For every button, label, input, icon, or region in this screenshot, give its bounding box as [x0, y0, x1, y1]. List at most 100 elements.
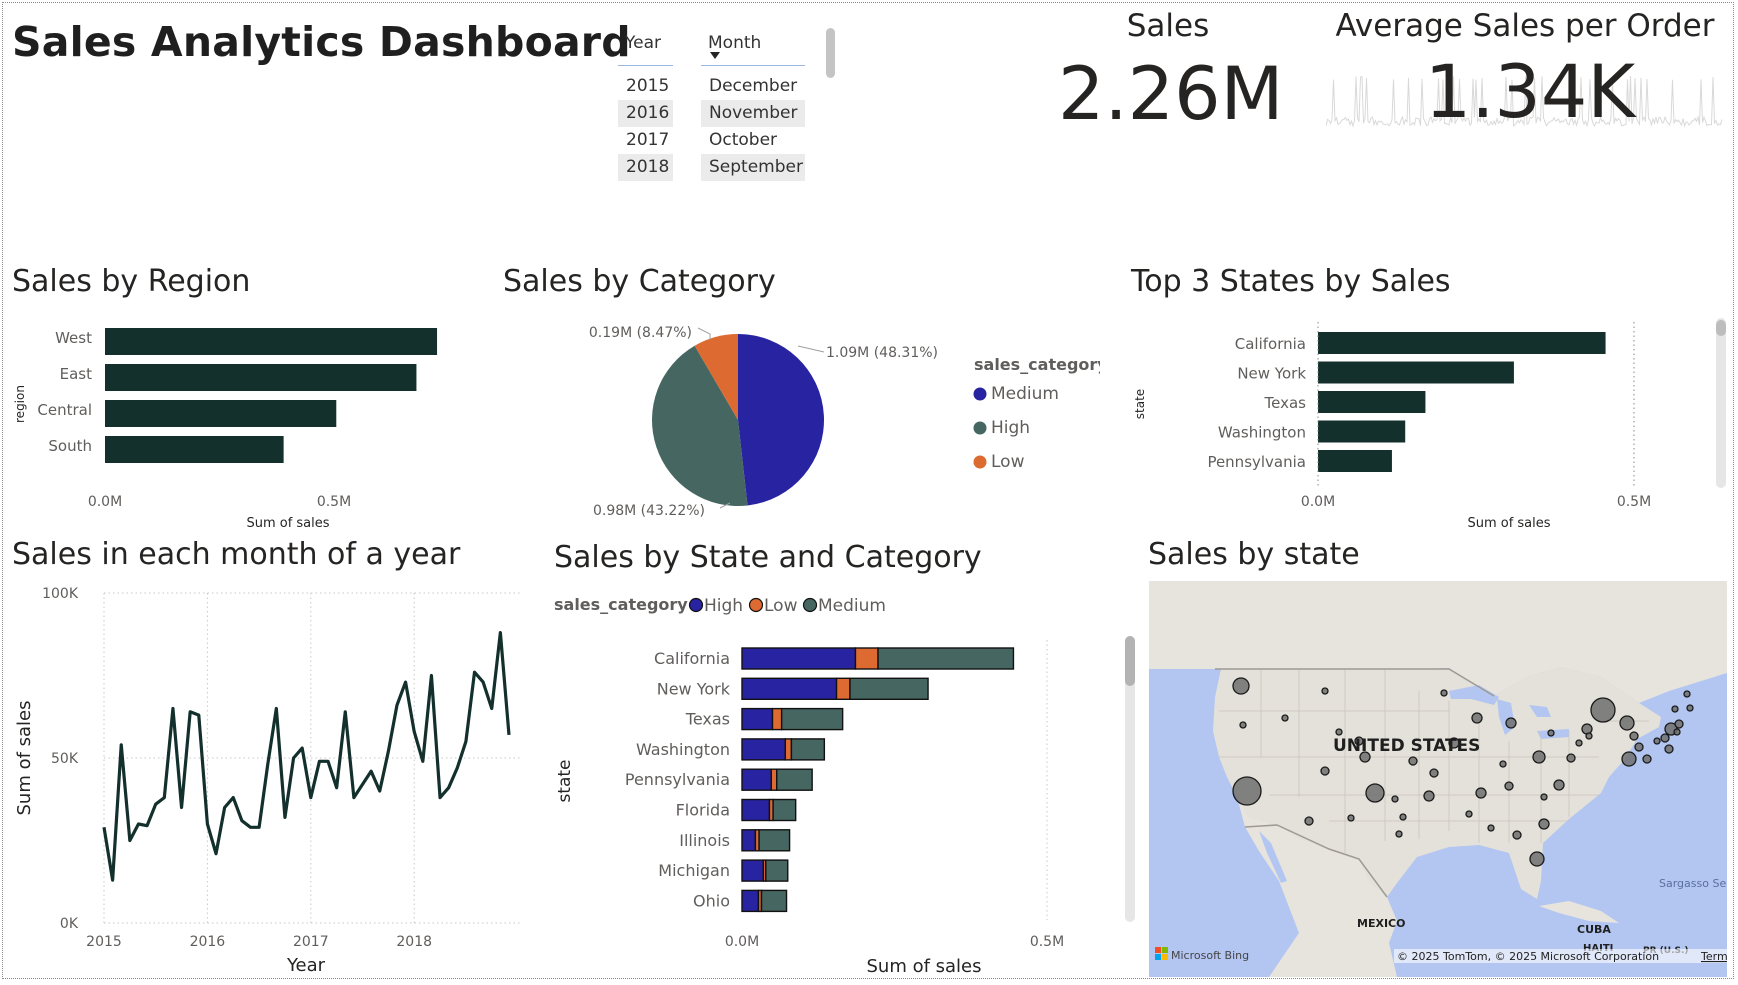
map-bubble[interactable] — [1471, 712, 1483, 724]
stacked-bar-low[interactable] — [770, 768, 778, 791]
pie-legend-marker[interactable] — [973, 455, 987, 469]
region-bar[interactable] — [105, 328, 438, 355]
map-bubble[interactable] — [1566, 753, 1576, 763]
map-bubble[interactable] — [1585, 732, 1593, 740]
map-bubble[interactable] — [1629, 731, 1639, 741]
map-bubble[interactable] — [1664, 744, 1674, 754]
map-bubble[interactable] — [1590, 697, 1616, 723]
map-bubble[interactable] — [1423, 790, 1435, 802]
map-bubble[interactable] — [1660, 733, 1670, 743]
map-bubble[interactable] — [1512, 830, 1522, 840]
map-bubble[interactable] — [1653, 737, 1661, 745]
stacked-bar-high[interactable] — [741, 889, 760, 913]
map-bubble[interactable] — [1540, 793, 1548, 801]
year-slicer[interactable]: Year 2015 2016 2017 2018 — [618, 30, 673, 181]
top-states-bar[interactable] — [1318, 361, 1514, 384]
stacked-bar-medium[interactable] — [758, 829, 791, 852]
stacked-bar-medium[interactable] — [772, 798, 797, 822]
state-category-scroll-thumb[interactable] — [1125, 636, 1135, 686]
map-bubble[interactable] — [1683, 690, 1691, 698]
top-states-bar[interactable] — [1318, 450, 1392, 472]
map-bubble[interactable] — [1547, 729, 1555, 737]
top-states-bar[interactable] — [1318, 420, 1406, 443]
state-category-scrollbar[interactable] — [1125, 636, 1135, 922]
map-bubble[interactable] — [1674, 719, 1684, 729]
map-bubble[interactable] — [1487, 824, 1495, 832]
map-bubble[interactable] — [1232, 677, 1250, 695]
map-bubble[interactable] — [1429, 768, 1439, 778]
stacked-bar-high[interactable] — [741, 829, 757, 852]
top-states-scroll-thumb[interactable] — [1716, 320, 1726, 336]
stacked-bar-low[interactable] — [854, 647, 879, 670]
stacked-bar-medium[interactable] — [780, 707, 844, 731]
pie-leader-line[interactable] — [697, 327, 711, 340]
region-bar[interactable] — [105, 364, 417, 391]
map-bubble[interactable] — [1347, 814, 1355, 822]
top-states-scrollbar[interactable] — [1716, 318, 1726, 488]
map-bubble[interactable] — [1532, 750, 1546, 764]
stacked-bar-medium[interactable] — [790, 738, 826, 761]
pie-legend-marker[interactable] — [973, 387, 987, 401]
region-bar-chart[interactable]: West East Central South 0.0M 0.5M Sum of sales… — [0, 316, 480, 536]
map-bubble[interactable] — [1621, 751, 1637, 767]
sort-desc-icon[interactable] — [710, 52, 720, 59]
map-bubble[interactable] — [1281, 714, 1289, 722]
map-bubble[interactable] — [1408, 756, 1418, 766]
map-bubble[interactable] — [1529, 851, 1545, 867]
top-states-bar-chart[interactable]: California New York Texas Washington Pennsyl… — [1126, 316, 1656, 536]
map-bubble[interactable] — [1320, 766, 1330, 776]
stacked-bar-high[interactable] — [741, 677, 838, 701]
map-bubble[interactable] — [1504, 781, 1514, 791]
stacked-bar-medium[interactable] — [760, 889, 788, 913]
month-slicer-header[interactable]: Month — [701, 30, 805, 66]
stacked-bar-medium[interactable] — [776, 768, 813, 791]
map-bubble[interactable] — [1239, 721, 1247, 729]
map-bubble[interactable] — [1232, 776, 1262, 806]
map-bubble[interactable] — [1686, 704, 1694, 712]
stacked-bar-high[interactable] — [741, 707, 774, 731]
monthly-sales-line[interactable] — [102, 630, 511, 882]
map-bubble[interactable] — [1399, 813, 1407, 821]
map-bubble[interactable] — [1465, 810, 1473, 818]
stacked-bar-high[interactable] — [741, 768, 772, 791]
map-terms-link[interactable]: Terms — [1700, 950, 1727, 963]
map-bubble[interactable] — [1365, 783, 1385, 803]
stacked-bar-high[interactable] — [741, 738, 787, 761]
map-bubble[interactable] — [1673, 728, 1681, 736]
top-states-bar[interactable] — [1318, 391, 1426, 413]
map-canvas[interactable]: UNITED STATES MEXICO CUBA HAITI PR (U.S.… — [1149, 581, 1727, 977]
stacked-bar-medium[interactable] — [765, 859, 789, 882]
year-slicer-item[interactable]: 2015 — [618, 73, 673, 100]
stacked-bar-medium[interactable] — [849, 677, 929, 701]
region-bar[interactable] — [105, 436, 284, 463]
map-bubble[interactable] — [1499, 760, 1507, 768]
map-bubble[interactable] — [1619, 715, 1635, 731]
map-bubble[interactable] — [1321, 687, 1329, 695]
month-slicer-item[interactable]: October — [701, 127, 805, 154]
pie-slice-medium[interactable] — [738, 334, 824, 506]
state-category-stacked-chart[interactable]: sales_category High Low Medium California New… — [540, 585, 1100, 985]
year-slicer-item[interactable]: 2017 — [618, 127, 673, 154]
map-bubble[interactable] — [1440, 689, 1448, 697]
month-slicer-item[interactable]: November — [701, 100, 805, 127]
category-pie-chart[interactable]: 1.09M (48.31%) 0.98M (43.22%) 0.19M (8.47%… — [540, 310, 1100, 540]
year-slicer-item[interactable]: 2018 — [618, 154, 673, 181]
map-bubble[interactable] — [1505, 717, 1517, 729]
map-bubble[interactable] — [1575, 739, 1583, 747]
stacked-bar-high[interactable] — [741, 798, 771, 822]
top-states-bar[interactable] — [1318, 332, 1606, 354]
stacked-bar-high[interactable] — [741, 859, 765, 882]
map-bubble[interactable] — [1335, 728, 1343, 736]
year-slicer-item[interactable]: 2016 — [618, 100, 673, 127]
month-slicer-scrollbar[interactable] — [826, 28, 835, 78]
map-bubble[interactable] — [1395, 830, 1403, 838]
map-bubble[interactable] — [1475, 787, 1487, 799]
region-bar[interactable] — [105, 400, 337, 427]
stacked-legend-marker[interactable] — [748, 597, 764, 613]
map-bubble[interactable] — [1304, 816, 1314, 826]
pie-leader-line[interactable] — [797, 345, 825, 353]
map-bubble[interactable] — [1642, 754, 1652, 764]
stacked-bar-low[interactable] — [835, 677, 851, 701]
map-bubble[interactable] — [1538, 818, 1550, 830]
map-bubble[interactable] — [1671, 705, 1679, 713]
